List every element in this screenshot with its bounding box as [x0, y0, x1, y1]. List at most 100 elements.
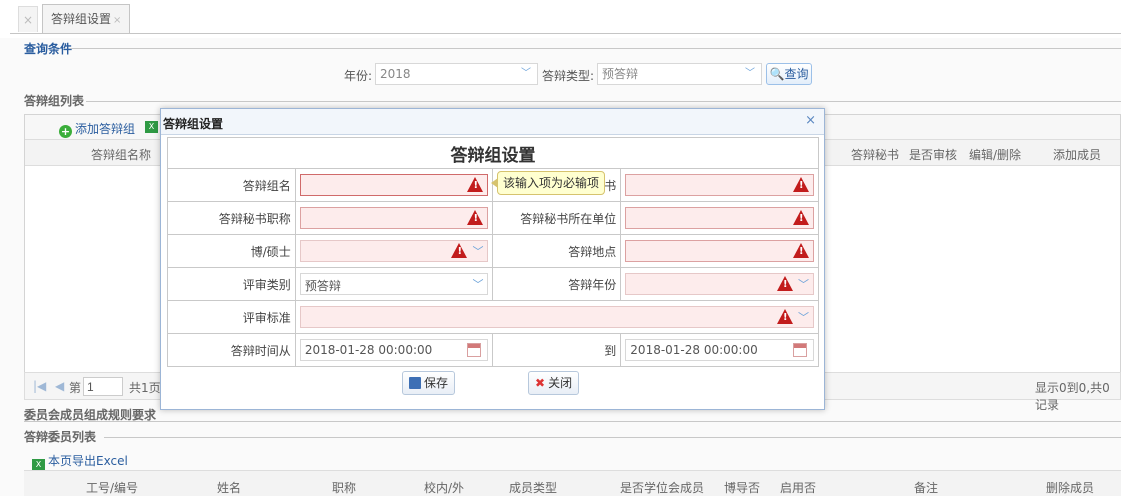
column-header[interactable]: 是否学位会成员 — [620, 479, 704, 496]
tab-label: 答辩组设置 — [51, 12, 112, 26]
secretary-unit-input[interactable] — [625, 207, 814, 229]
review-type-label: 评审类别 — [167, 267, 296, 301]
required-tooltip: 该输入项为必输项 — [490, 171, 606, 195]
column-header[interactable]: 启用否 — [780, 479, 816, 496]
form-title: 答辩组设置 — [167, 137, 819, 169]
year-select[interactable]: 2018 ﹀ — [375, 63, 538, 85]
tab-bar: × 答辩组设置 × — [0, 0, 1121, 38]
page-label: 第 — [69, 381, 82, 395]
save-button[interactable]: 保存 — [402, 371, 456, 395]
divider — [86, 101, 1121, 102]
year-select[interactable]: ﹀ — [625, 273, 814, 295]
column-header[interactable]: 成员类型 — [509, 479, 557, 496]
secretary-unit-label: 答辩秘书所在单位 — [492, 201, 622, 235]
location-input[interactable] — [625, 240, 814, 262]
group-name-input[interactable] — [299, 174, 489, 196]
column-header[interactable]: 备注 — [914, 479, 938, 496]
export-excel-button[interactable]: X 本页导出Excel — [32, 452, 128, 471]
member-grid-header: 工号/编号 姓名 职称 校内/外 成员类型 是否学位会成员 博导否 启用否 备注… — [24, 470, 1121, 496]
type-label: 答辩类型: — [542, 69, 595, 83]
tab-close-icon[interactable]: × — [113, 15, 121, 26]
excel-icon[interactable]: X — [145, 121, 158, 133]
close-icon[interactable]: × — [805, 113, 816, 128]
review-type-value: 预答辩 — [304, 279, 341, 293]
year-label: 答辩年份 — [492, 267, 622, 301]
degree-label: 博/硕士 — [167, 234, 296, 268]
add-group-button[interactable]: + 添加答辩组 — [59, 120, 135, 138]
export-label: 本页导出Excel — [48, 454, 128, 468]
chevron-down-icon: ﹀ — [472, 278, 484, 291]
type-select[interactable]: 预答辩 ﹀ — [597, 63, 762, 85]
search-label: 查询 — [784, 67, 809, 81]
year-label: 年份: — [344, 69, 373, 83]
search-button[interactable]: 🔍查询 — [766, 63, 812, 85]
column-header[interactable]: 博导否 — [724, 479, 760, 496]
divider — [24, 421, 1121, 422]
chevron-down-icon: ﹀ — [745, 68, 755, 79]
member-list-title: 答辩委员列表 — [24, 430, 97, 444]
type-value: 预答辩 — [602, 67, 639, 81]
column-header[interactable]: 答辩组名称 — [91, 146, 151, 163]
group-name-label: 答辩组名 — [167, 168, 296, 202]
column-header[interactable]: 工号/编号 — [86, 479, 138, 496]
secretary-title-input[interactable] — [299, 207, 489, 229]
column-header[interactable]: 添加成员 — [1053, 146, 1101, 163]
calendar-icon[interactable] — [467, 343, 482, 357]
save-icon — [409, 377, 421, 389]
search-icon: 🔍 — [769, 67, 785, 81]
warning-icon — [793, 177, 809, 192]
record-summary: 显示0到0,共0记录 — [1035, 381, 1110, 412]
secretary-title-label: 答辩秘书职称 — [167, 201, 296, 235]
time-to-value: 2018-01-28 00:00:00 — [630, 343, 758, 357]
total-pages: 共1页 — [129, 381, 161, 395]
divider — [104, 437, 1121, 438]
time-from-label: 答辩时间从 — [167, 333, 296, 367]
warning-icon — [777, 309, 793, 324]
column-header[interactable]: 是否审核 — [909, 146, 957, 163]
warning-icon — [451, 243, 468, 258]
column-header[interactable]: 姓名 — [217, 479, 241, 496]
secretary-input[interactable] — [625, 174, 814, 196]
close-icon[interactable]: × — [23, 13, 33, 27]
warning-icon — [777, 276, 793, 291]
time-from-input[interactable]: 2018-01-28 00:00:00 — [299, 339, 489, 361]
column-header[interactable]: 校内/外 — [424, 479, 464, 496]
warning-icon — [467, 177, 484, 192]
tab-divider — [10, 33, 1121, 34]
column-header[interactable]: 编辑/删除 — [969, 146, 1021, 163]
dialog-title: 答辩组设置 — [163, 117, 224, 131]
group-settings-dialog: 答辩组设置 × 答辩组设置 答辩组名 书 答辩秘书职称 答辩秘书所在单位 博/硕… — [160, 108, 825, 410]
add-group-label: 添加答辩组 — [75, 122, 136, 136]
year-value: 2018 — [380, 67, 411, 81]
page-input[interactable] — [83, 377, 123, 396]
tab-group-settings[interactable]: 答辩组设置 × — [42, 4, 131, 34]
settings-form: 答辩组设置 答辩组名 书 答辩秘书职称 答辩秘书所在单位 博/硕士 ﹀ 答辩地点… — [167, 137, 820, 367]
plus-icon: + — [59, 125, 72, 138]
location-label: 答辩地点 — [492, 234, 622, 268]
time-from-value: 2018-01-28 00:00:00 — [304, 343, 433, 357]
warning-icon — [467, 210, 484, 225]
chevron-down-icon: ﹀ — [798, 278, 809, 291]
chevron-down-icon: ﹀ — [798, 311, 809, 324]
closed-tab[interactable]: × — [18, 6, 38, 32]
calendar-icon[interactable] — [793, 343, 807, 357]
column-header[interactable]: 删除成员 — [1046, 479, 1094, 496]
dialog-header: 答辩组设置 × — [161, 109, 824, 135]
divider — [70, 48, 1121, 49]
time-to-label: 到 — [492, 333, 622, 367]
review-type-select[interactable]: 预答辩 ﹀ — [299, 273, 489, 295]
save-label: 保存 — [424, 376, 449, 390]
warning-icon — [793, 243, 809, 258]
close-button[interactable]: ✖ 关闭 — [528, 371, 580, 395]
degree-select[interactable]: ﹀ — [299, 240, 489, 262]
time-to-input[interactable]: 2018-01-28 00:00:00 — [625, 339, 814, 361]
standard-select[interactable]: ﹀ — [299, 306, 814, 328]
column-header[interactable]: 答辩秘书 — [851, 146, 899, 163]
prev-page-icon[interactable]: ◀ — [55, 379, 64, 393]
close-label: 关闭 — [548, 376, 573, 390]
column-header[interactable]: 职称 — [332, 479, 356, 496]
close-icon: ✖ — [535, 376, 546, 390]
chevron-down-icon: ﹀ — [472, 245, 484, 258]
first-page-icon[interactable]: |◀ — [33, 379, 46, 393]
group-list-title: 答辩组列表 — [24, 94, 85, 108]
